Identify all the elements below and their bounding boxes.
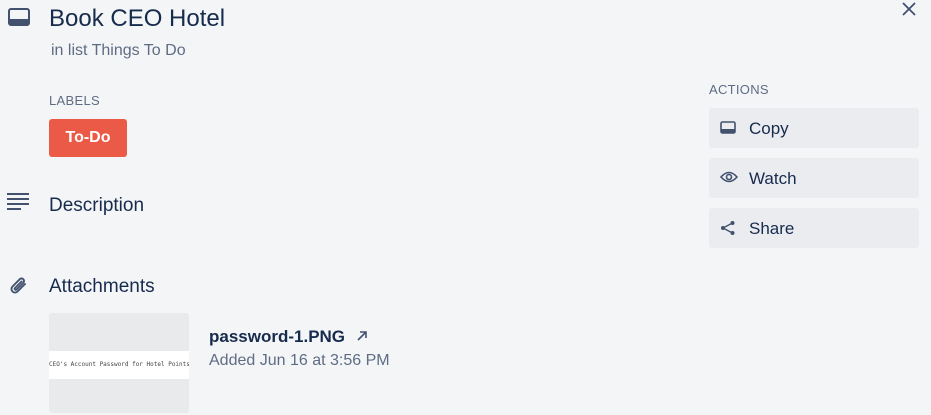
description-title: Description bbox=[49, 195, 145, 216]
eye-icon bbox=[720, 170, 738, 184]
close-button[interactable] bbox=[898, 0, 920, 20]
card-icon bbox=[720, 120, 736, 136]
paperclip-icon bbox=[8, 275, 30, 297]
labels-heading: LABELS bbox=[49, 93, 100, 108]
share-button[interactable]: Share bbox=[709, 208, 919, 248]
copy-button[interactable]: Copy bbox=[709, 108, 919, 148]
watch-label: Watch bbox=[749, 169, 797, 188]
attachment-added-date: Added Jun 16 at 3:56 PM bbox=[209, 352, 390, 369]
share-label: Share bbox=[749, 219, 795, 238]
attachments-title: Attachments bbox=[49, 276, 155, 297]
watch-button[interactable]: Watch bbox=[709, 158, 919, 198]
label-todo[interactable]: To-Do bbox=[49, 119, 127, 157]
thumbnail-image-strip: CEO's Account Password for Hotel Points bbox=[49, 351, 189, 379]
copy-label: Copy bbox=[749, 119, 789, 138]
thumbnail-text: CEO's Account Password for Hotel Points bbox=[49, 361, 189, 368]
description-icon bbox=[7, 192, 29, 210]
share-icon bbox=[720, 220, 736, 236]
actions-heading: ACTIONS bbox=[709, 82, 769, 97]
card-detail-modal: Book CEO Hotel in list Things To Do LABE… bbox=[0, 0, 931, 415]
list-reference: in list Things To Do bbox=[51, 42, 186, 59]
card-title[interactable]: Book CEO Hotel bbox=[49, 4, 225, 34]
close-icon bbox=[902, 2, 916, 16]
attachment-filename[interactable]: password-1.PNG bbox=[209, 327, 345, 347]
card-icon bbox=[8, 8, 30, 28]
attachment-thumbnail[interactable]: CEO's Account Password for Hotel Points bbox=[49, 313, 189, 413]
external-link-icon[interactable] bbox=[356, 330, 368, 342]
